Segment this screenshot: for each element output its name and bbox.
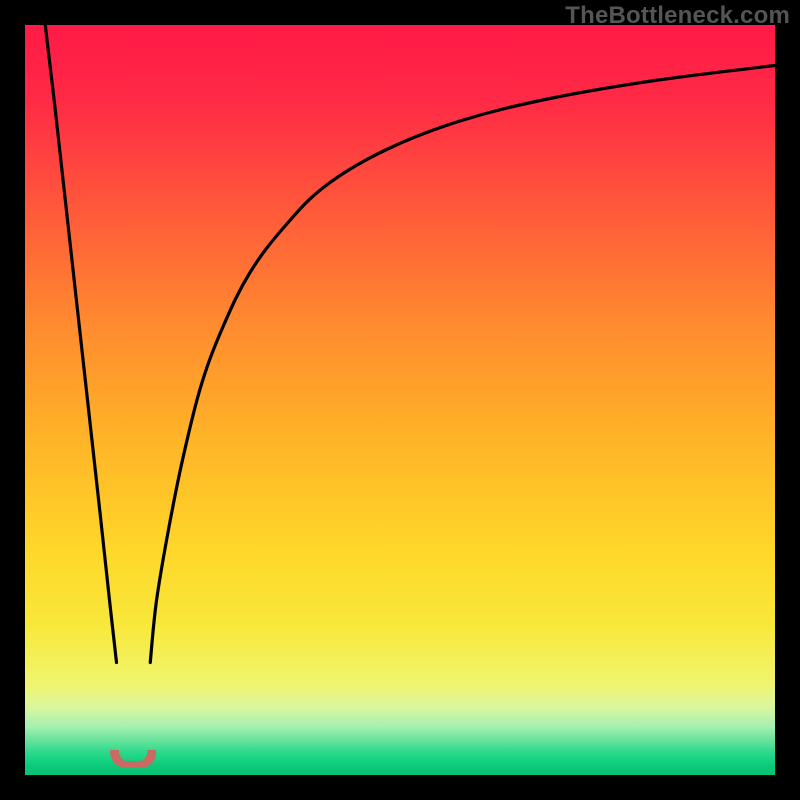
plot-area — [25, 25, 775, 775]
optimal-point-marker — [110, 750, 157, 774]
chart-frame: TheBottleneck.com — [0, 0, 800, 800]
bottleneck-curve — [25, 25, 775, 775]
watermark-text: TheBottleneck.com — [565, 2, 790, 30]
